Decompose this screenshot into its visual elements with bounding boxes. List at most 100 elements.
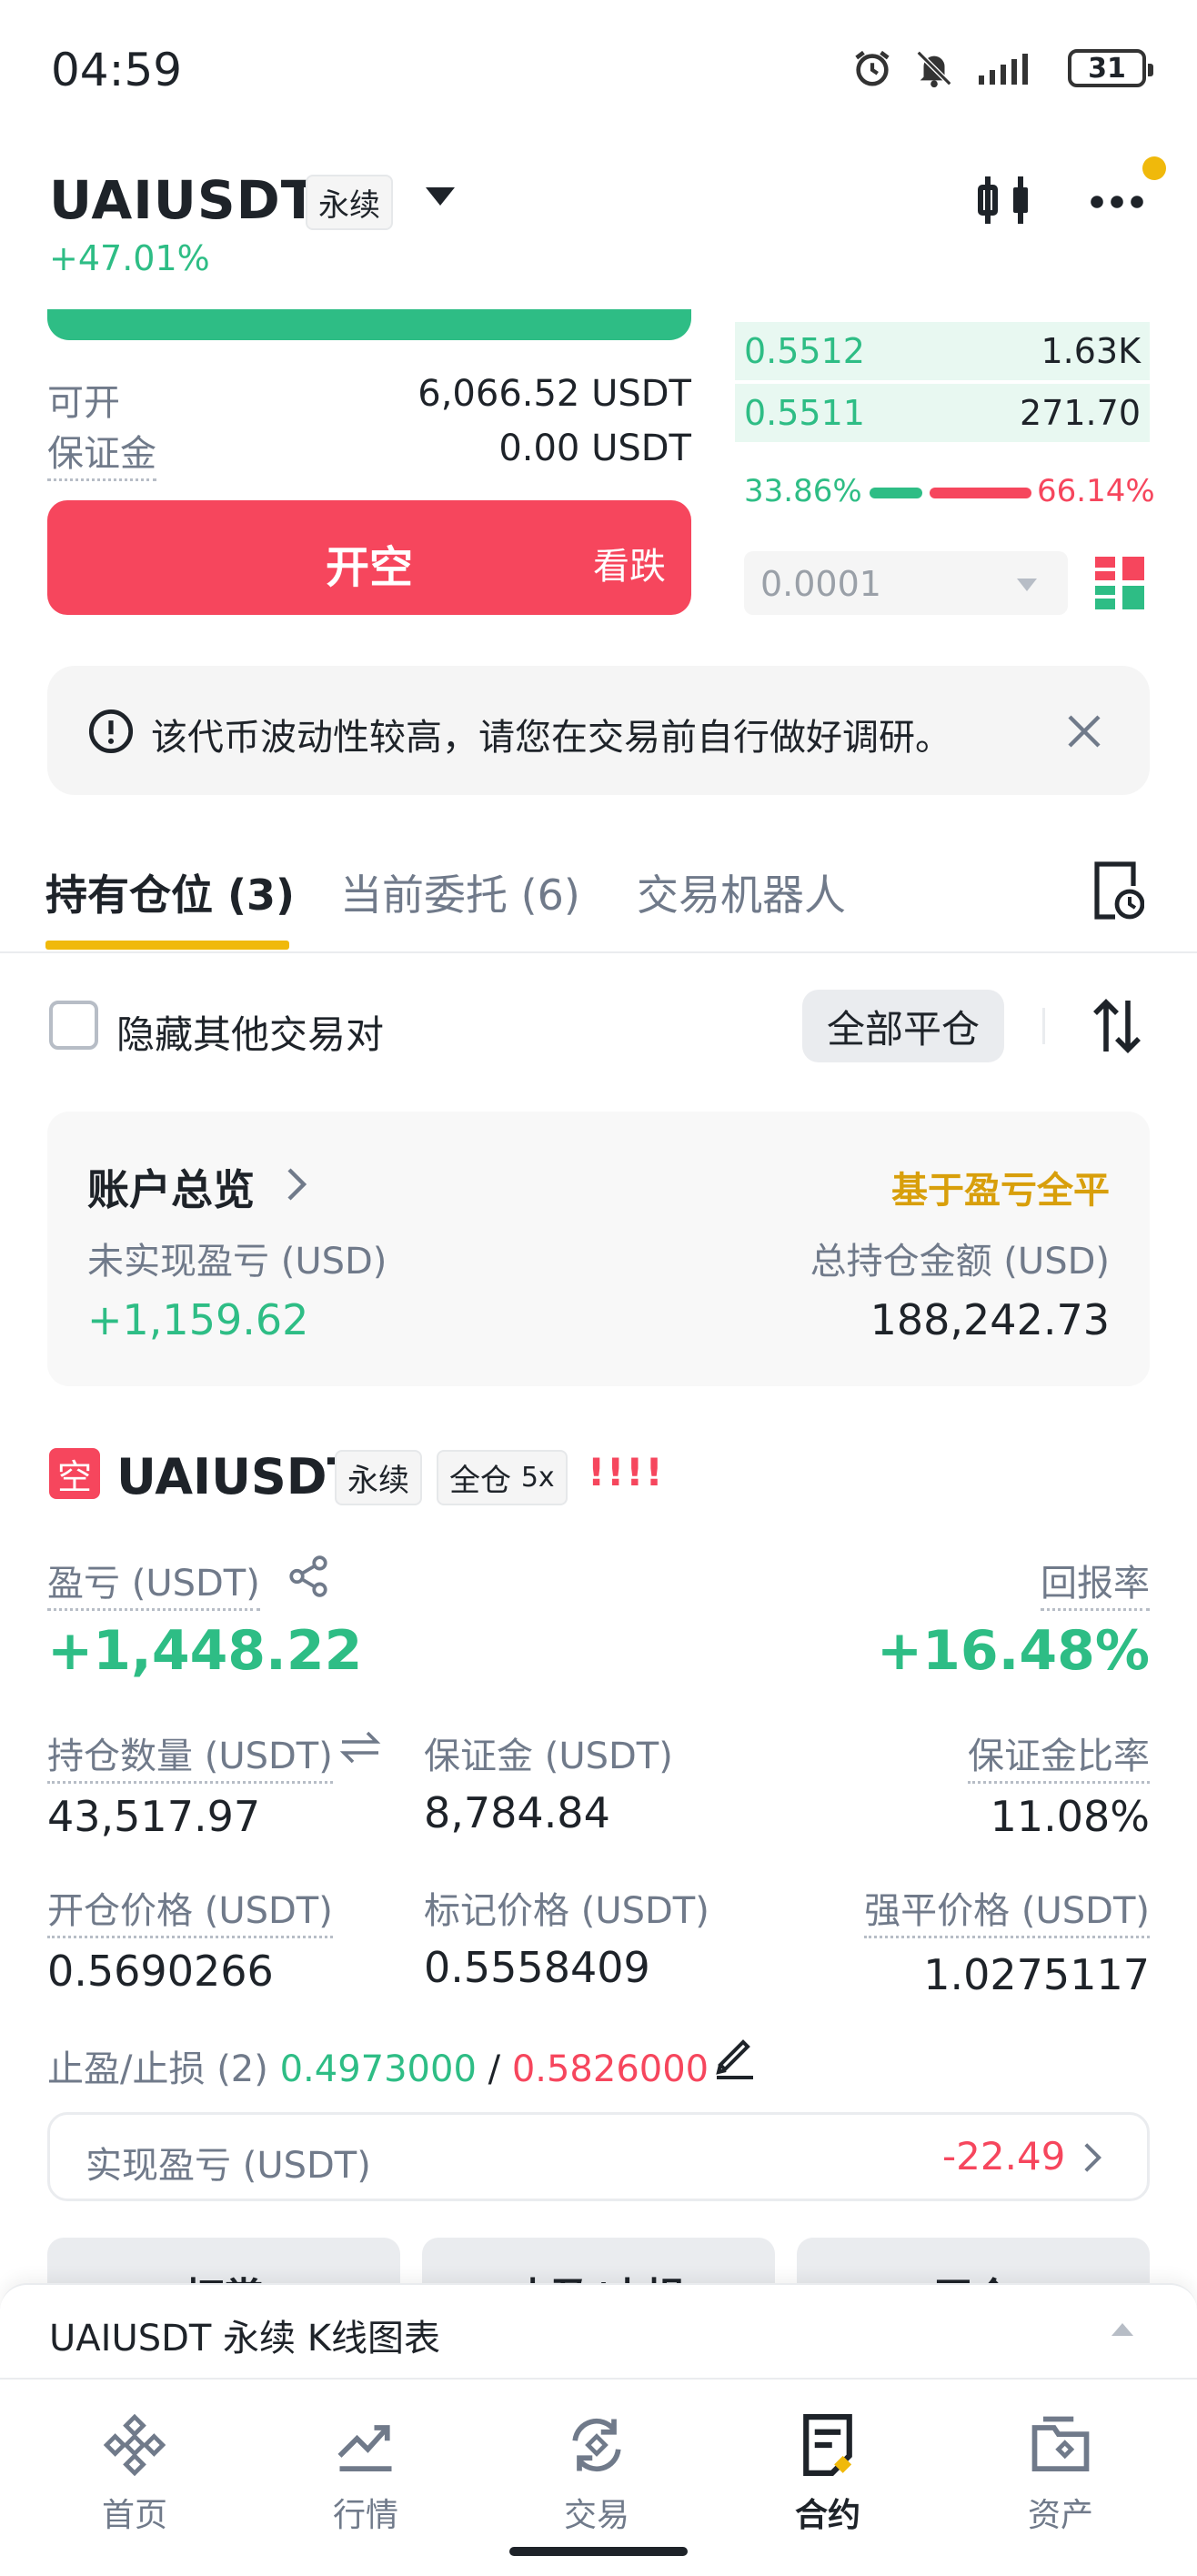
- order-book-layout-icon[interactable]: [1095, 557, 1144, 609]
- stop-loss-value: 0.5826000: [511, 2048, 709, 2090]
- bearish-label: 看跌: [593, 546, 666, 588]
- position-symbol[interactable]: UAIUSDT: [116, 1448, 360, 1505]
- trade-icon: [572, 2418, 621, 2472]
- buy-ratio-bar: [870, 488, 922, 498]
- tab-trading-bots[interactable]: 交易机器人: [637, 862, 846, 922]
- hide-other-pairs-label: 隐藏其他交易对: [116, 1012, 385, 1057]
- home-indicator: [509, 2547, 688, 2556]
- total-position-value: 188,242.73: [870, 1295, 1110, 1344]
- nav-futures-label: 合约: [794, 2497, 860, 2534]
- position-margin-value: 8,784.84: [424, 1788, 610, 1837]
- symbol-title[interactable]: UAIUSDT: [49, 169, 317, 231]
- chevron-right-icon: [1084, 2143, 1102, 2172]
- total-position-label: 总持仓金额 (USD): [810, 1241, 1110, 1283]
- roi-label: 回报率: [1041, 1554, 1150, 1611]
- close-by-pnl-link[interactable]: 基于盈亏全平: [891, 1161, 1110, 1213]
- chevron-right-icon: [287, 1168, 307, 1201]
- warning-marks: !!!!: [588, 1450, 665, 1494]
- short-badge: 空: [49, 1448, 100, 1499]
- margin-ratio-value: 11.08%: [990, 1792, 1150, 1841]
- take-profit-value: 0.4973000: [279, 2048, 477, 2090]
- liq-price-value: 1.0275117: [923, 1950, 1150, 1999]
- tpsl-separator: /: [488, 2048, 501, 2090]
- entry-price-label: 开仓价格 (USDT): [47, 1881, 333, 1938]
- edit-icon[interactable]: [713, 2034, 757, 2079]
- tpsl-row: 止盈/止损 (2) 0.4973000 / 0.5826000: [47, 2039, 709, 2092]
- share-icon[interactable]: [286, 1554, 331, 1599]
- roi-value: +16.48%: [876, 1619, 1150, 1683]
- chevron-up-icon[interactable]: [1112, 2323, 1133, 2336]
- unrealized-pnl-label: 未实现盈亏 (USD): [87, 1241, 387, 1283]
- hide-other-pairs-checkbox[interactable]: [49, 1001, 98, 1050]
- pnl-label: 盈亏 (USDT): [47, 1554, 260, 1611]
- account-overview-title[interactable]: 账户总览: [87, 1157, 255, 1217]
- order-book-row[interactable]: 0.5511 271.70: [735, 384, 1150, 442]
- divider: [1042, 1008, 1045, 1044]
- tpsl-label: 止盈/止损 (2): [47, 2048, 268, 2090]
- mark-price-value: 0.5558409: [424, 1943, 650, 1992]
- bid-qty: 271.70: [1020, 393, 1141, 433]
- sell-ratio-bar: [930, 488, 1031, 498]
- status-icons: 31: [851, 47, 1153, 89]
- pnl-value: +1,448.22: [47, 1619, 363, 1683]
- open-short-button[interactable]: 开空 看跌: [47, 500, 691, 615]
- candlestick-chart-icon[interactable]: [977, 171, 1031, 229]
- futures-icon: [803, 2414, 852, 2476]
- bid-price: 0.5512: [744, 331, 865, 371]
- margin-value: 0.00 USDT: [498, 428, 691, 469]
- size-label: 持仓数量 (USDT): [47, 1726, 333, 1784]
- margin-mode-tag: 全仓 5x: [437, 1450, 568, 1505]
- swap-icon[interactable]: [338, 1728, 382, 1766]
- position-margin-label: 保证金 (USDT): [424, 1736, 673, 1777]
- close-all-button[interactable]: 全部平仓: [802, 990, 1004, 1062]
- available-label: 可开: [47, 382, 120, 424]
- bid-price: 0.5511: [744, 393, 865, 433]
- price-change: +47.01%: [49, 238, 210, 278]
- info-icon: [88, 709, 134, 754]
- mute-icon: [916, 50, 952, 88]
- notification-dot: [1142, 156, 1166, 180]
- chevron-down-icon: [1017, 579, 1037, 591]
- markets-icon: [337, 2425, 392, 2471]
- tab-divider: [0, 951, 1197, 953]
- tab-open-orders[interactable]: 当前委托 (6): [340, 862, 580, 922]
- margin-ratio-label: 保证金比率: [968, 1726, 1150, 1784]
- risk-notice-text: 该代币波动性较高，请您在交易前自行做好调研。: [151, 717, 951, 759]
- nav-futures[interactable]: 合约: [737, 2410, 919, 2536]
- nav-markets-label: 行情: [332, 2497, 398, 2534]
- realized-pnl-value: -22.49: [942, 2134, 1066, 2179]
- unrealized-pnl-value: +1,159.62: [87, 1295, 309, 1344]
- buy-ratio: 33.86%: [744, 473, 862, 509]
- signal-icon: [979, 54, 1028, 85]
- close-icon[interactable]: [1066, 713, 1102, 750]
- sell-ratio: 66.14%: [1037, 473, 1155, 509]
- margin-mode-text: 全仓: [449, 1463, 511, 1499]
- sort-icon[interactable]: [1090, 997, 1144, 1055]
- symbol-dropdown-icon[interactable]: [426, 187, 455, 206]
- nav-trade-label: 交易: [563, 2497, 629, 2534]
- entry-price-value: 0.5690266: [47, 1947, 274, 1996]
- nav-trade[interactable]: 交易: [506, 2410, 688, 2536]
- available-value: 6,066.52 USDT: [417, 373, 691, 415]
- nav-home-label: 首页: [101, 2497, 167, 2534]
- more-icon[interactable]: [1088, 193, 1146, 211]
- alarm-icon: [855, 50, 890, 86]
- nav-markets[interactable]: 行情: [275, 2410, 457, 2536]
- leverage-text: 5x: [520, 1462, 555, 1494]
- active-tab-indicator: [45, 941, 289, 950]
- mark-price-label: 标记价格 (USDT): [424, 1890, 709, 1932]
- order-history-icon[interactable]: [1091, 860, 1144, 921]
- buy-button-edge[interactable]: [47, 309, 691, 340]
- kline-chart-title: UAIUSDT 永续 K线图表: [49, 2318, 440, 2360]
- order-book-row[interactable]: 0.5512 1.63K: [735, 322, 1150, 380]
- realized-pnl-label: 实现盈亏 (USDT): [86, 2145, 371, 2187]
- perpetual-tag: 永续: [306, 175, 393, 230]
- wallet-icon: [1031, 2416, 1090, 2471]
- liq-price-label: 强平价格 (USDT): [864, 1881, 1150, 1938]
- nav-home[interactable]: 首页: [44, 2410, 226, 2536]
- tab-positions[interactable]: 持有仓位 (3): [45, 862, 295, 922]
- status-time: 04:59: [51, 44, 183, 96]
- nav-assets[interactable]: 资产: [970, 2410, 1152, 2536]
- bid-qty: 1.63K: [1041, 331, 1141, 371]
- perpetual-tag: 永续: [335, 1450, 422, 1505]
